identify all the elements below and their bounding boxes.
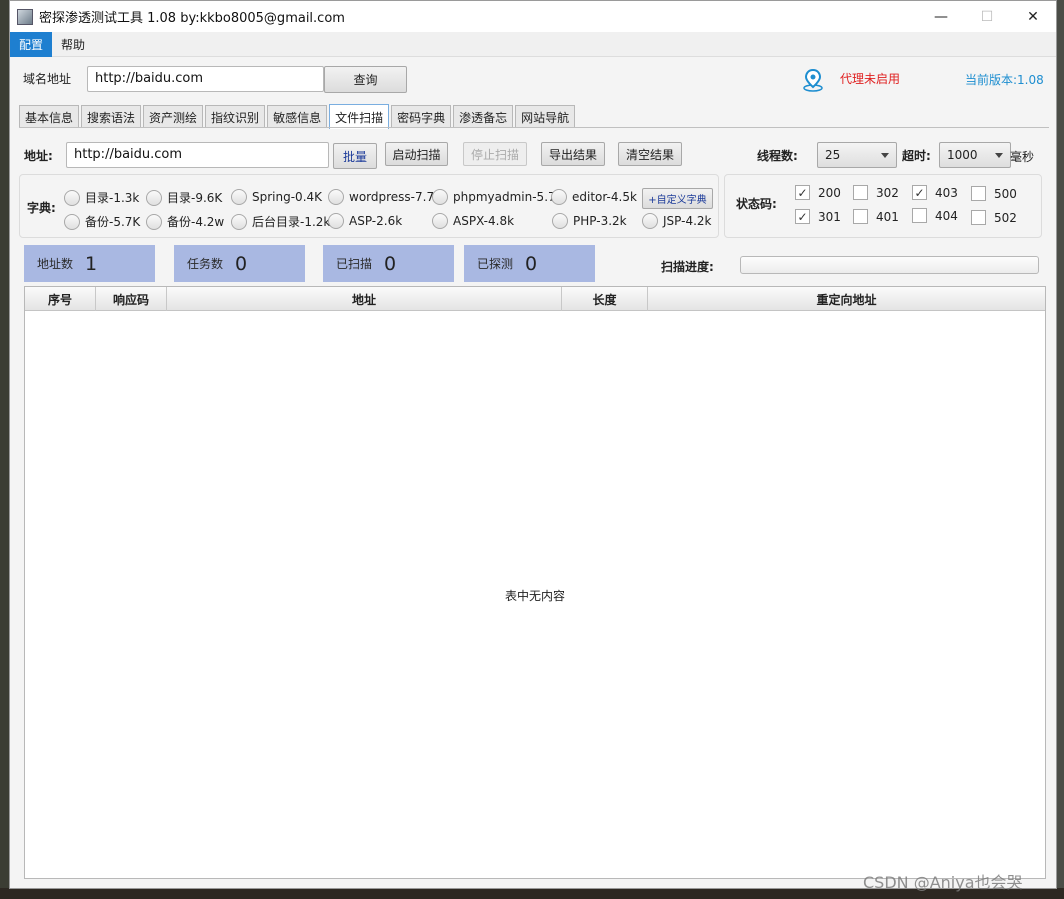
dict-option-editor[interactable]: editor-4.5k: [551, 189, 637, 205]
results-table: 序号 响应码 地址 长度 重定向地址 表中无内容: [24, 286, 1046, 879]
scan-progress-bar: [740, 256, 1039, 274]
status-404-checkbox[interactable]: 404: [912, 208, 958, 223]
menu-help[interactable]: 帮助: [52, 32, 94, 57]
threads-label: 线程数:: [757, 149, 798, 163]
status-401-checkbox[interactable]: 401: [853, 209, 899, 224]
threads-value: 25: [825, 148, 841, 162]
close-icon[interactable]: ✕: [1010, 1, 1056, 32]
custom-dict-button[interactable]: +自定义字典: [642, 188, 713, 209]
status-500-checkbox[interactable]: 500: [971, 186, 1017, 201]
threads-select[interactable]: 25: [817, 142, 897, 168]
tab-fingerprint[interactable]: 指纹识别: [205, 105, 266, 128]
chevron-down-icon: [881, 153, 889, 158]
address-input[interactable]: http://baidu.com: [66, 142, 329, 168]
progress-label: 扫描进度:: [661, 260, 714, 274]
tab-basic-info[interactable]: 基本信息: [19, 105, 80, 128]
clear-results-button[interactable]: 清空结果: [618, 142, 682, 166]
chevron-down-icon: [995, 153, 1003, 158]
dict-option-admin-dir[interactable]: 后台目录-1.2k: [231, 213, 330, 230]
tab-bar: 基本信息 搜索语法 资产测绘 指纹识别 敏感信息 文件扫描 密码字典 渗透备忘 …: [19, 104, 577, 129]
timeout-unit: 毫秒: [1010, 150, 1035, 164]
tab-divider: [19, 127, 1049, 128]
dict-option-spring[interactable]: Spring-0.4K: [231, 189, 322, 205]
status-301-checkbox[interactable]: ✓ 301: [795, 209, 841, 224]
dict-option-backup-2[interactable]: 备份-4.2w: [146, 213, 224, 230]
address-label: 地址:: [24, 149, 53, 163]
export-results-button[interactable]: 导出结果: [541, 142, 605, 166]
maximize-icon[interactable]: ☐: [964, 1, 1010, 32]
status-302-checkbox[interactable]: 302: [853, 185, 899, 200]
menu-bar: 配置 帮助: [10, 31, 1056, 57]
checkmark-icon: ✓: [795, 185, 810, 200]
table-empty-message: 表中无内容: [504, 589, 565, 603]
timeout-label: 超时:: [902, 149, 931, 163]
dict-option-dir-2[interactable]: 目录-9.6K: [146, 189, 222, 206]
dict-option-jsp[interactable]: JSP-4.2k: [642, 213, 712, 229]
tab-site-nav[interactable]: 网站导航: [515, 105, 576, 128]
dict-option-backup-1[interactable]: 备份-5.7K: [64, 213, 140, 230]
tab-search-syntax[interactable]: 搜索语法: [81, 105, 142, 128]
desktop-background-right: [1057, 0, 1064, 899]
dict-option-phpmyadmin[interactable]: phpmyadmin-5.7: [432, 189, 556, 205]
domain-label: 域名地址: [23, 72, 72, 86]
version-label: 当前版本:1.08: [965, 73, 1044, 87]
tab-sensitive-info[interactable]: 敏感信息: [267, 105, 328, 128]
location-pin-icon: [803, 68, 823, 92]
watermark: CSDN @Aniya也会哭: [863, 873, 1023, 892]
col-response-code[interactable]: 响应码: [96, 287, 167, 311]
dict-option-aspx[interactable]: ASPX-4.8k: [432, 213, 514, 229]
tab-password-dict[interactable]: 密码字典: [391, 105, 452, 128]
batch-button[interactable]: 批量: [333, 143, 377, 169]
stat-detected-count: 已探测 0: [464, 245, 595, 282]
col-redirect[interactable]: 重定向地址: [648, 287, 1045, 311]
window-title: 密探渗透测试工具 1.08 by:kkbo8005@gmail.com: [39, 11, 345, 26]
col-index[interactable]: 序号: [25, 287, 96, 311]
desktop-background-left: [0, 0, 9, 899]
query-button[interactable]: 查询: [324, 66, 407, 93]
dictionary-label: 字典:: [27, 201, 56, 215]
status-code-label: 状态码:: [736, 197, 777, 211]
stat-task-count: 任务数 0: [174, 245, 305, 282]
timeout-value: 1000: [947, 148, 978, 162]
tab-pentest-notes[interactable]: 渗透备忘: [453, 105, 514, 128]
minimize-icon[interactable]: —: [918, 1, 964, 32]
app-icon: [17, 8, 33, 25]
status-403-checkbox[interactable]: ✓ 403: [912, 185, 958, 200]
domain-row: 域名地址 http://baidu.com 查询 代理未启用 当前版本:1.08: [10, 57, 1056, 97]
tab-file-scan[interactable]: 文件扫描: [329, 104, 390, 129]
checkmark-icon: ✓: [795, 209, 810, 224]
table-header: 序号 响应码 地址 长度 重定向地址: [25, 287, 1045, 311]
status-502-checkbox[interactable]: 502: [971, 210, 1017, 225]
stat-scanned-count: 已扫描 0: [323, 245, 454, 282]
col-address[interactable]: 地址: [167, 287, 562, 311]
start-scan-button[interactable]: 启动扫描: [385, 142, 448, 166]
tab-asset-mapping[interactable]: 资产测绘: [143, 105, 204, 128]
checkmark-icon: ✓: [912, 185, 927, 200]
menu-config[interactable]: 配置: [10, 31, 53, 57]
dict-option-php[interactable]: PHP-3.2k: [552, 213, 627, 229]
proxy-status: 代理未启用: [840, 72, 901, 86]
dict-option-asp[interactable]: ASP-2.6k: [328, 213, 402, 229]
stop-scan-button[interactable]: 停止扫描: [463, 142, 527, 166]
stat-address-count: 地址数 1: [24, 245, 155, 282]
title-bar: 密探渗透测试工具 1.08 by:kkbo8005@gmail.com — ☐ …: [10, 1, 1056, 32]
status-200-checkbox[interactable]: ✓ 200: [795, 185, 841, 200]
dict-option-dir-1[interactable]: 目录-1.3k: [64, 189, 139, 206]
domain-input[interactable]: http://baidu.com: [87, 66, 324, 92]
dict-option-wordpress[interactable]: wordpress-7.7k: [328, 189, 441, 205]
timeout-select[interactable]: 1000: [939, 142, 1011, 168]
col-length[interactable]: 长度: [562, 287, 648, 311]
